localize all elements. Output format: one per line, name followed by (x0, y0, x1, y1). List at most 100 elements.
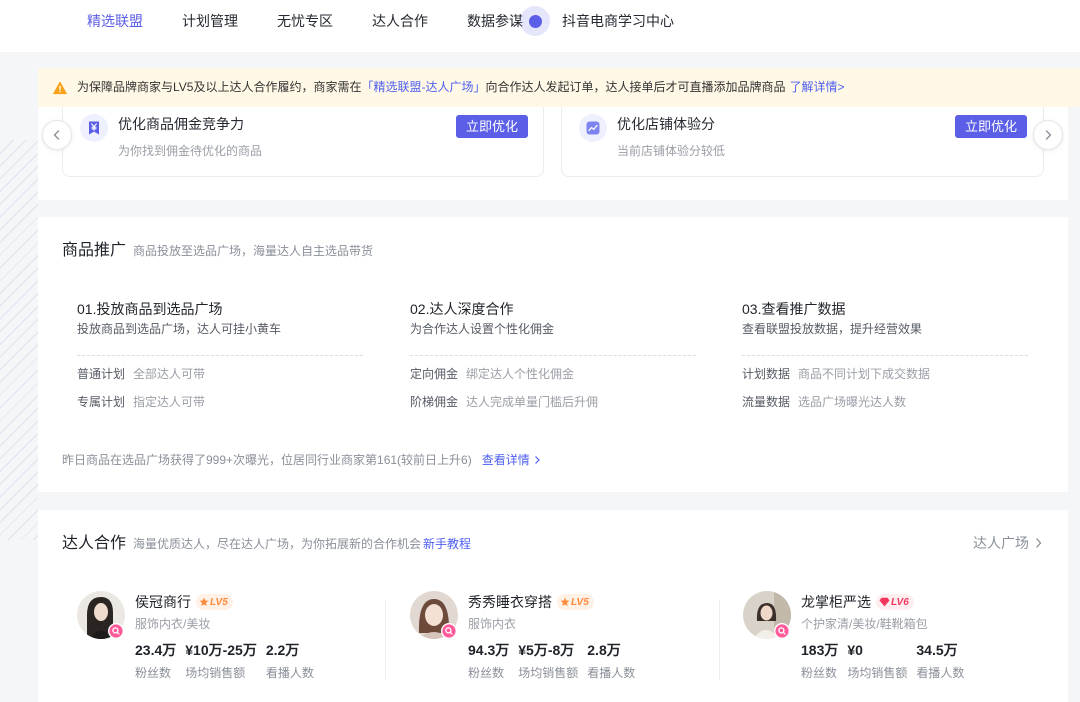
row-label: 计划数据 (742, 367, 791, 381)
step-desc: 查看联盟投放数据，提升经营效果 (742, 322, 923, 336)
stat-value: ¥5万-8万 (518, 642, 575, 658)
warning-icon (53, 81, 67, 95)
stat-fans: 23.4万粉丝数 (135, 640, 176, 682)
stat-label: 场均销售额 (847, 666, 908, 680)
page: 精选联盟 计划管理 无忧专区 达人合作 数据参谋 抖音电商学习中心 优化商品佣金… (0, 0, 1080, 702)
nav-tab-worry-free-zone[interactable]: 无忧专区 (277, 0, 333, 42)
view-details-label: 查看详情 (481, 453, 530, 467)
magnifier-badge-icon (774, 623, 790, 639)
optimize-commission-button[interactable]: 立即优化 (456, 115, 528, 138)
stat-label: 场均销售额 (185, 666, 246, 680)
vertical-divider (385, 600, 386, 680)
dashed-divider (742, 355, 1028, 356)
promotion-step: 02.达人深度合作 为合作达人设置个性化佣金 定向佣金 绑定达人个性化佣金 阶梯佣… (410, 298, 696, 418)
carousel-next-button[interactable] (1033, 120, 1063, 150)
row-label: 专属计划 (77, 395, 126, 409)
influencer-name[interactable]: 龙掌柜严选 (801, 592, 871, 612)
row-value: 达人完成单量门槛后升佣 (466, 395, 599, 409)
suggestion-card-commission: 优化商品佣金竞争力 为你找到佣金待优化的商品 立即优化 (62, 96, 544, 177)
stat-label: 粉丝数 (135, 666, 172, 680)
stat-label: 看播人数 (916, 666, 965, 680)
nav-tabs: 精选联盟 计划管理 无忧专区 达人合作 数据参谋 抖音电商学习中心 (87, 0, 674, 42)
influencer-cooperation-section: 达人合作 海量优质达人，尽在达人广场，为你拓展新的合作机会 新手教程 达人广场 (38, 510, 1068, 702)
level-badge: LV6 (876, 594, 914, 610)
notice-highlight-link[interactable]: 「精选联盟-达人广场」 (361, 80, 485, 94)
notice-learn-more-link[interactable]: 了解详情> (789, 80, 844, 94)
row-value: 选品广场曝光达人数 (798, 395, 907, 409)
star-icon (560, 597, 570, 607)
step-desc: 投放商品到选品广场，达人可挂小黄车 (77, 322, 282, 336)
influencer-stats: 94.3万 粉丝数 ¥5万-8万 场均销售额 2.8万 看播人数 (468, 640, 635, 682)
influencer-category: 服饰内衣 (468, 617, 517, 631)
row-value: 商品不同计划下成交数据 (798, 367, 931, 381)
chevron-right-icon (1042, 129, 1054, 141)
stat-label: 粉丝数 (801, 666, 838, 680)
stat-viewers: 2.8万 看播人数 (587, 640, 635, 682)
influencer-name[interactable]: 秀秀睡衣穿搭 (468, 592, 552, 612)
level-badge: LV5 (557, 594, 594, 610)
stat-value: 34.5万 (916, 642, 958, 658)
stat-fans: 183万 粉丝数 (801, 640, 838, 682)
notice-text-before: 为保障品牌商家与LV5及以上达人合作履约，商家需在 (77, 80, 362, 94)
chevron-right-icon (534, 455, 541, 465)
suggestion-card-store-score: 优化店铺体验分 当前店铺体验分较低 立即优化 (561, 96, 1044, 177)
level-text: LV5 (571, 596, 589, 608)
stat-value: 2.2万 (265, 642, 300, 658)
influencer-category: 个护家清/美妆/鞋靴箱包 (801, 617, 928, 631)
nav-tab-selected-alliance[interactable]: 精选联盟 (87, 0, 143, 42)
nav-tab-data-advisor[interactable]: 数据参谋 (467, 0, 523, 42)
carousel-prev-button[interactable] (42, 120, 72, 150)
top-nav: 精选联盟 计划管理 无忧专区 达人合作 数据参谋 抖音电商学习中心 (0, 0, 1080, 52)
suggestion-desc: 为你找到佣金待优化的商品 (118, 144, 263, 158)
nav-tab-learning-center[interactable]: 抖音电商学习中心 (562, 0, 674, 42)
magnifier-badge-icon (441, 623, 457, 639)
row-label: 定向佣金 (410, 367, 459, 381)
influencer-stats: 23.4万 粉丝数 ¥10万-25万 场均销售额 2.2万 看播人数 (135, 640, 314, 682)
influencer-card[interactable]: 侯冠商行 LV5 服饰内衣/美妆 23.4万 粉丝数 ¥10万-25万 场均销售额 … (77, 591, 377, 691)
view-details-link[interactable]: 查看详情 (482, 451, 541, 469)
level-text: LV5 (210, 596, 228, 608)
dashed-divider (77, 355, 363, 356)
influencer-card[interactable]: 秀秀睡衣穿搭 LV5 服饰内衣 94.3万 粉丝数 ¥5万-8万 场均销售额 2.8… (410, 591, 710, 691)
dashed-divider (410, 355, 696, 356)
step-row: 定向佣金 绑定达人个性化佣金 (410, 365, 574, 383)
guide-dot-icon[interactable] (520, 6, 550, 36)
influencer-plaza-link[interactable]: 达人广场 (973, 531, 1042, 555)
notice-text-after: 向合作达人发起订单，达人接单后才可直播添加品牌商品 (485, 80, 786, 94)
step-title: 03.查看推广数据 (742, 301, 846, 317)
stat-fans: 94.3万 粉丝数 (468, 640, 509, 682)
step-row: 专属计划 指定达人可带 (77, 393, 205, 411)
influencer-stats: 183万 粉丝数 ¥0 场均销售额 34.5万 看播人数 (801, 640, 964, 682)
background-decoration (0, 140, 38, 540)
suggestion-title: 优化商品佣金竞争力 (118, 116, 244, 132)
section-title: 达人合作 (62, 535, 127, 552)
stat-avg-sales: ¥5万-8万 场均销售额 (518, 640, 578, 682)
star-icon (199, 597, 209, 607)
step-desc: 为合作达人设置个性化佣金 (410, 322, 555, 336)
magnifier-badge-icon (108, 623, 124, 639)
row-value: 全部达人可带 (133, 367, 206, 381)
optimize-store-score-button[interactable]: 立即优化 (955, 115, 1027, 138)
influencer-name-row: 秀秀睡衣穿搭 LV5 (468, 592, 594, 612)
promotion-step: 01.投放商品到选品广场 投放商品到选品广场，达人可挂小黄车 普通计划 全部达人可… (77, 298, 363, 418)
stat-label: 看播人数 (265, 666, 314, 680)
row-value: 指定达人可带 (133, 395, 206, 409)
chevron-left-icon (51, 129, 63, 141)
vertical-divider (719, 600, 720, 680)
product-promotion-section: 商品推广 商品投放至选品广场，海量达人自主选品带货 01.投放商品到选品广场 投… (38, 217, 1068, 492)
step-row: 阶梯佣金 达人完成单量门槛后升佣 (410, 393, 598, 411)
nav-tab-influencer-cooperation[interactable]: 达人合作 (372, 0, 428, 42)
nav-tab-plan-management[interactable]: 计划管理 (182, 0, 238, 42)
influencer-name[interactable]: 侯冠商行 (135, 592, 191, 612)
guide-dot-core (528, 14, 542, 28)
stat-viewers: 34.5万看播人数 (916, 640, 964, 682)
suggestion-desc: 当前店铺体验分较低 (617, 144, 726, 158)
promotion-step: 03.查看推广数据 查看联盟投放数据，提升经营效果 计划数据 商品不同计划下成交数… (742, 298, 1028, 418)
promotion-summary: 昨日商品在选品广场获得了999+次曝光，位居同行业商家第161(较前日上升6) … (62, 451, 541, 469)
influencer-card[interactable]: 龙掌柜严选 LV6 个护家清/美妆/鞋靴箱包 183万 粉丝数 ¥0 场均销售额 3… (743, 591, 1043, 691)
section-subtitle: 海量优质达人，尽在达人广场，为你拓展新的合作机会 (133, 537, 422, 551)
tutorial-link[interactable]: 新手教程 (423, 532, 471, 556)
summary-text: 昨日商品在选品广场获得了999+次曝光，位居同行业商家第161(较前日上升6) (62, 453, 472, 467)
stat-value: 23.4万 (135, 642, 177, 658)
step-row: 普通计划 全部达人可带 (77, 365, 205, 383)
